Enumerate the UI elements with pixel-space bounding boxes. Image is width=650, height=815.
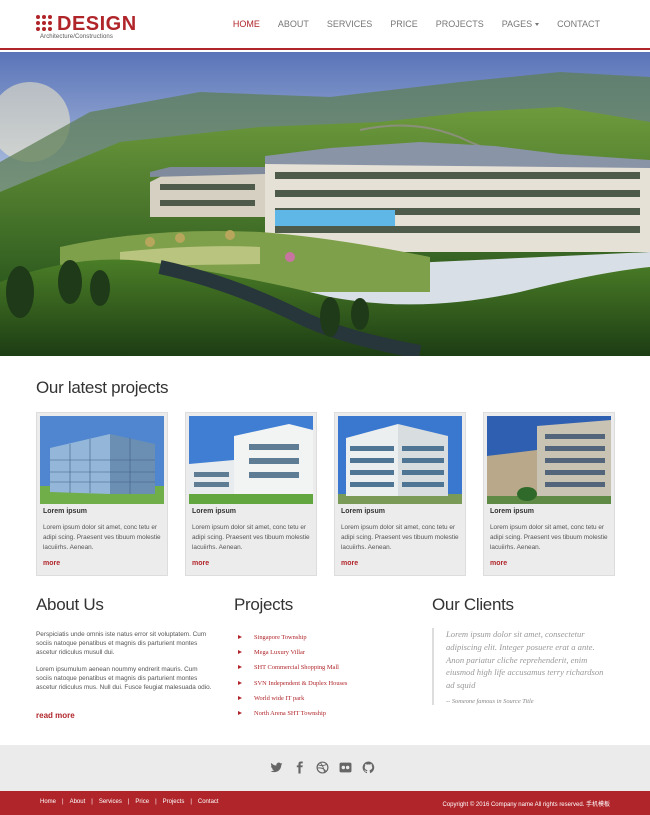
twitter-icon[interactable] (270, 761, 283, 774)
projects-list-title: Projects (234, 595, 294, 614)
list-item[interactable]: SVN Independent & Duplex Houses (236, 676, 347, 691)
footer-separator: | (127, 799, 130, 805)
arrow-right-icon (238, 650, 242, 655)
hero-banner (0, 52, 650, 356)
project-card[interactable]: Lorem ipsum Lorem ipsum dolor sit amet, … (483, 412, 615, 576)
header: DESIGN Architecture/Constructions HOME A… (0, 0, 650, 50)
project-card-text: Lorem ipsum dolor sit amet, conc tetu er… (490, 524, 608, 551)
footer-separator: | (62, 799, 64, 805)
project-card[interactable]: Lorem ipsum Lorem ipsum dolor sit amet, … (185, 412, 317, 576)
flickr-icon[interactable] (339, 761, 352, 774)
footer-link-projects[interactable]: Projects (163, 799, 185, 805)
footer-separator: | (155, 799, 157, 805)
logo[interactable]: DESIGN Architecture/Constructions (36, 12, 136, 42)
project-card[interactable]: Lorem ipsum Lorem ipsum dolor sit amet, … (334, 412, 466, 576)
footer-link-services[interactable]: Services (99, 799, 122, 805)
arrow-right-icon (238, 665, 242, 670)
footer-separator: | (190, 799, 192, 805)
footer-links: Home | About | Services | Price | Projec… (40, 799, 219, 805)
project-card-more-link[interactable]: more (43, 560, 60, 567)
project-image (40, 416, 164, 504)
hero-image (0, 52, 650, 356)
main-nav: HOME ABOUT SERVICES PRICE PROJECTS PAGES… (215, 17, 600, 31)
project-card-title: Lorem ipsum (192, 508, 236, 515)
nav-price[interactable]: PRICE (390, 17, 418, 31)
social-bar (0, 745, 650, 791)
logo-name: DESIGN (57, 13, 137, 35)
project-card-text: Lorem ipsum dolor sit amet, conc tetu er… (341, 524, 459, 551)
project-card-text: Lorem ipsum dolor sit amet, conc tetu er… (192, 524, 310, 551)
about-paragraph-1: Perspiciatis unde omnis iste natus error… (36, 631, 207, 657)
projects-list: Singapore Township Mega Luxury Villar SH… (236, 630, 347, 721)
list-item[interactable]: World wide IT park (236, 691, 347, 706)
project-cards: Lorem ipsum Lorem ipsum dolor sit amet, … (36, 412, 616, 576)
about-title: About Us (36, 595, 104, 614)
list-item[interactable]: Singapore Township (236, 630, 347, 645)
footer: Home | About | Services | Price | Projec… (0, 791, 650, 815)
arrow-right-icon (238, 680, 242, 685)
social-icons (270, 761, 375, 774)
footer-separator: | (91, 799, 93, 805)
arrow-right-icon (238, 710, 242, 715)
dribbble-icon[interactable] (316, 761, 329, 774)
project-card-title: Lorem ipsum (341, 508, 385, 515)
project-card-more-link[interactable]: more (341, 560, 358, 567)
copyright: Copyright © 2016 Company name All rights… (442, 802, 611, 808)
nav-services[interactable]: SERVICES (327, 17, 372, 31)
github-icon[interactable] (362, 761, 375, 774)
project-card-title: Lorem ipsum (490, 508, 534, 515)
nav-pages-label: PAGES (501, 19, 533, 29)
logo-tagline: Architecture/Constructions (40, 34, 113, 40)
project-card-more-link[interactable]: more (192, 560, 209, 567)
testimonial-quote: Lorem ipsum dolor sit amet, consectetur … (446, 629, 604, 691)
footer-link-about[interactable]: About (70, 799, 86, 805)
footer-link-contact[interactable]: Contact (198, 799, 219, 805)
read-more-link[interactable]: read more (36, 711, 75, 720)
project-card-text: Lorem ipsum dolor sit amet, conc tetu er… (43, 524, 161, 551)
project-image (487, 416, 611, 504)
project-card-more-link[interactable]: more (490, 560, 507, 567)
clients-title: Our Clients (432, 595, 514, 614)
caret-down-icon (535, 23, 540, 27)
arrow-right-icon (238, 635, 242, 639)
list-item[interactable]: Mega Luxury Villar (236, 645, 347, 660)
footer-link-price[interactable]: Price (135, 799, 149, 805)
list-item[interactable]: North Arena SHT Township (236, 706, 347, 721)
nav-about[interactable]: ABOUT (278, 17, 309, 31)
client-testimonial: Lorem ipsum dolor sit amet, consectetur … (432, 628, 614, 705)
list-item[interactable]: SHT Commercial Shopping Mall (236, 660, 347, 675)
about-paragraph-2: Lorem ipsumulum aenean noummy endrerit m… (36, 666, 212, 692)
logo-mark-icon (36, 15, 54, 33)
nav-projects[interactable]: PROJECTS (436, 17, 484, 31)
nav-contact[interactable]: CONTACT (557, 17, 600, 31)
projects-section-title: Our latest projects (36, 378, 169, 397)
project-image (189, 416, 313, 504)
nav-home[interactable]: HOME (233, 17, 260, 31)
footer-link-home[interactable]: Home (40, 799, 56, 805)
project-card[interactable]: Lorem ipsum Lorem ipsum dolor sit amet, … (36, 412, 168, 576)
nav-pages[interactable]: PAGES (501, 17, 540, 31)
project-image (338, 416, 462, 504)
facebook-icon[interactable] (293, 761, 306, 774)
testimonial-cite: -- Someone famous in Source Title (446, 697, 534, 705)
project-card-title: Lorem ipsum (43, 508, 87, 515)
arrow-right-icon (238, 695, 242, 700)
